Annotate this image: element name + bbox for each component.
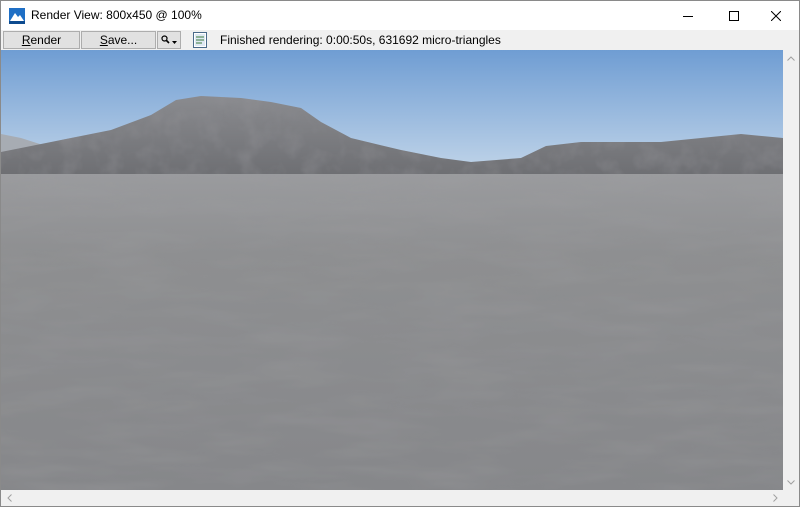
render-view-window: Render View: 800x450 @ 100% Render Save.… (0, 0, 800, 507)
minimize-button[interactable] (665, 1, 711, 30)
title-bar[interactable]: Render View: 800x450 @ 100% (1, 1, 799, 30)
minimize-icon (683, 15, 693, 17)
save-button[interactable]: Save... (81, 31, 156, 49)
scroll-down-arrow-icon (787, 479, 795, 485)
render-status-text: Finished rendering: 0:00:50s, 631692 mic… (220, 33, 501, 47)
maximize-button[interactable] (711, 1, 757, 30)
app-icon (9, 8, 25, 24)
render-label: ender (30, 33, 62, 47)
scroll-left-arrow-icon (6, 494, 12, 502)
maximize-icon (729, 10, 739, 21)
save-accel: S (99, 33, 108, 47)
render-viewport[interactable] (1, 50, 783, 490)
magnifier-dropdown-icon (161, 35, 177, 44)
document-icon[interactable] (193, 32, 207, 48)
toolbar: Render Save... Finished rendering: 0:00:… (1, 30, 799, 50)
scrollbar-corner (783, 490, 799, 506)
rendered-image (1, 50, 783, 490)
render-button[interactable]: Render (3, 31, 80, 49)
vertical-scrollbar[interactable] (783, 50, 799, 490)
scroll-down-button[interactable] (783, 474, 799, 490)
scroll-up-arrow-icon (787, 55, 795, 61)
scroll-right-button[interactable] (767, 490, 783, 506)
close-button[interactable] (753, 1, 799, 30)
scroll-left-button[interactable] (1, 490, 17, 506)
window-title: Render View: 800x450 @ 100% (31, 8, 202, 22)
horizontal-scrollbar[interactable] (1, 490, 783, 506)
close-icon (771, 10, 781, 21)
zoom-dropdown-button[interactable] (157, 31, 181, 49)
scroll-right-arrow-icon (772, 494, 778, 502)
scroll-up-button[interactable] (783, 50, 799, 66)
save-label: ave... (107, 33, 138, 47)
